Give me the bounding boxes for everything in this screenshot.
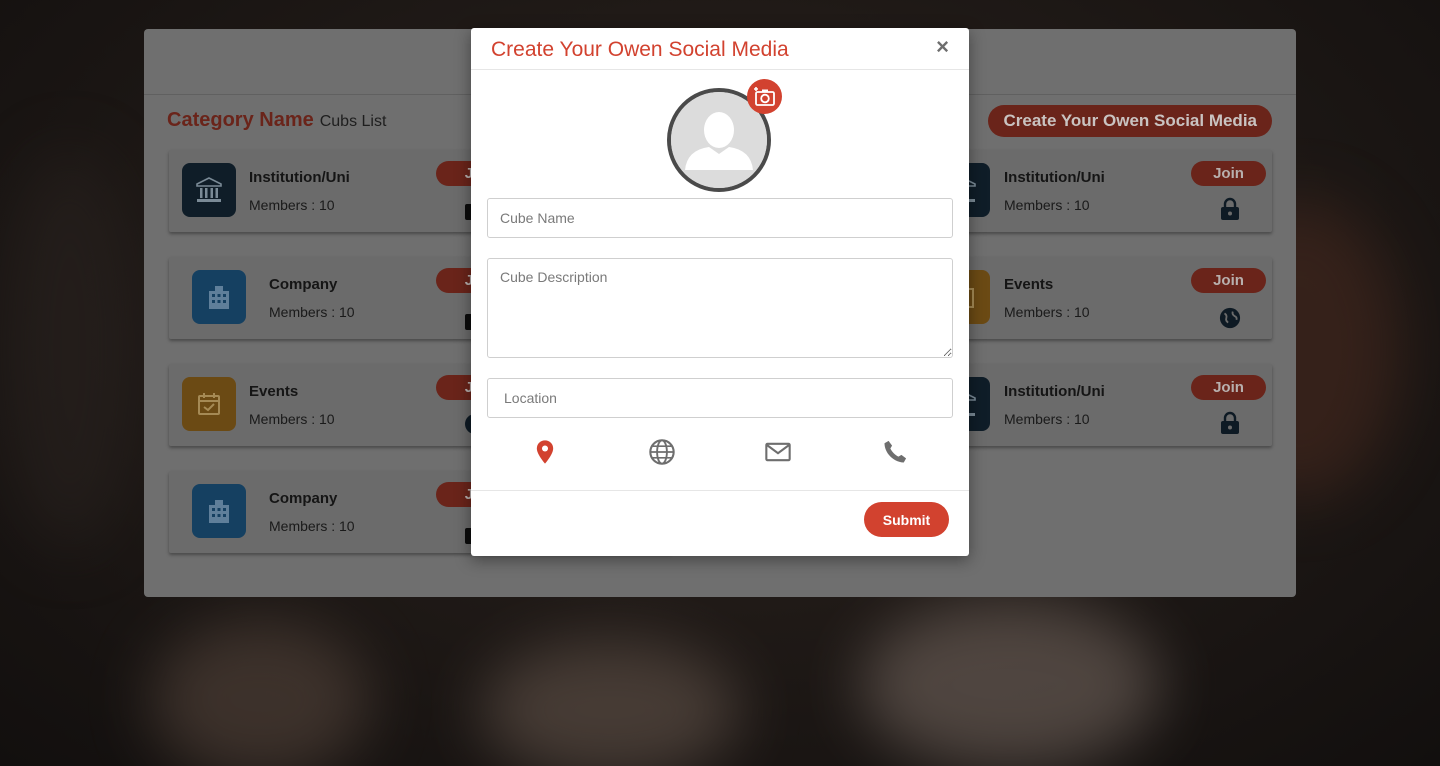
globe-icon[interactable] [648,438,676,466]
modal-title: Create Your Owen Social Media [491,38,789,61]
location-pin-icon[interactable] [531,438,559,466]
modal-header: Create Your Owen Social Media × [471,28,969,70]
location-input[interactable] [487,378,953,418]
create-social-media-modal: Create Your Owen Social Media × Cube Nam… [471,28,969,556]
camera-upload-button[interactable] [747,79,782,114]
cube-description-input[interactable] [487,258,953,358]
close-icon[interactable]: × [936,36,949,58]
submit-button[interactable]: Submit [864,502,949,537]
mail-icon[interactable] [764,438,792,466]
modal-footer: Submit [471,490,969,556]
cube-name-input[interactable] [487,198,953,238]
camera-icon [753,86,775,106]
contact-icon-row [471,438,969,470]
phone-icon[interactable] [881,438,909,466]
